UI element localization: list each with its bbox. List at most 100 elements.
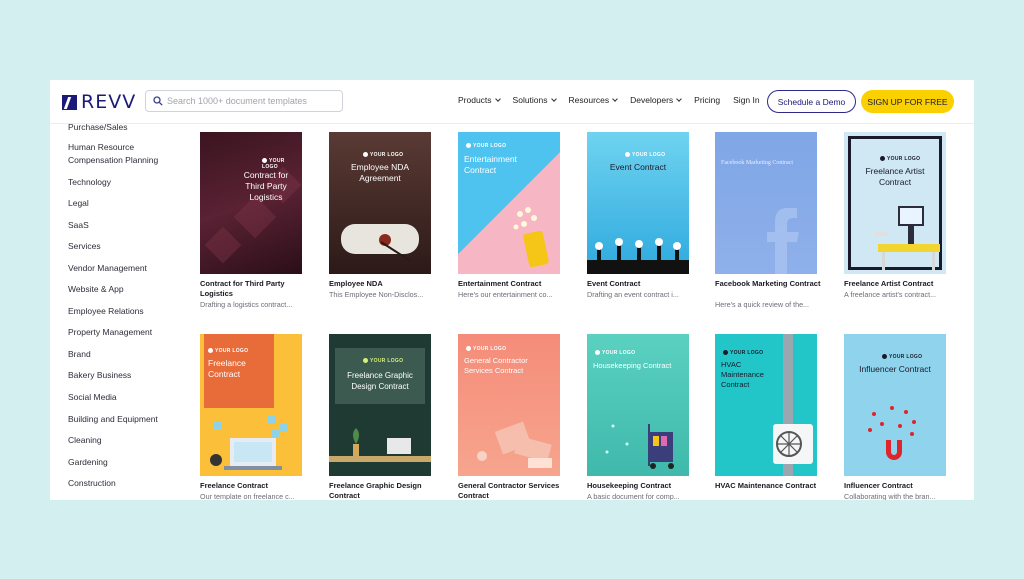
sidebar-item-services[interactable]: Services xyxy=(68,240,101,252)
facebook-icon xyxy=(767,208,799,274)
thumb-title: Freelance Contract xyxy=(208,358,246,379)
browser-viewport: REVV Products Solutions Resources Develo… xyxy=(50,80,974,500)
thumb-logo: YOUR LOGO xyxy=(363,152,403,158)
template-thumbnail[interactable]: YOUR LOGO Housekeeping Contract xyxy=(587,334,689,476)
card-description: Collaborating with the bran... xyxy=(844,492,936,500)
card-description: Drafting an event contract i... xyxy=(587,290,679,299)
card-title[interactable]: Freelance Graphic Design Contract xyxy=(329,481,439,500)
sidebar-item-legal[interactable]: Legal xyxy=(68,197,89,209)
card-title[interactable]: Freelance Artist Contract xyxy=(844,279,954,289)
template-thumbnail[interactable]: YOUR LOGO HVAC Maintenance Contract xyxy=(715,334,817,476)
laptop-illustration xyxy=(210,416,288,470)
sidebar-item-brand[interactable]: Brand xyxy=(68,348,91,360)
card-title[interactable]: Employee NDA xyxy=(329,279,439,289)
thumb-title: Housekeeping Contract xyxy=(593,361,672,370)
nav-label: Solutions xyxy=(512,95,548,105)
diamond-pattern xyxy=(204,166,302,264)
chevron-down-icon xyxy=(676,95,682,102)
card-title[interactable]: General Contractor Services Contract xyxy=(458,481,568,500)
card-title[interactable]: Housekeeping Contract xyxy=(587,481,697,491)
template-thumbnail[interactable]: YOUR LOGO Influencer Contract xyxy=(844,334,946,476)
card-description: Our template on freelance c... xyxy=(200,492,295,500)
thumb-logo: YOUR LOGO xyxy=(363,358,403,364)
nav-resources[interactable]: Resources xyxy=(569,95,618,105)
nav-label: Resources xyxy=(568,95,610,105)
nav-label: Products xyxy=(458,95,492,105)
chevron-down-icon xyxy=(494,95,501,102)
template-thumbnail[interactable]: YOUR LOGO Freelance Graphic Design Contr… xyxy=(329,334,431,476)
nav-products[interactable]: Products xyxy=(458,95,501,105)
sign-up-button[interactable]: SIGN UP FOR FREE xyxy=(861,90,954,113)
sidebar-item-building-equipment[interactable]: Building and Equipment xyxy=(68,413,158,425)
thumb-title: Facebook Marketing Contract xyxy=(721,160,793,166)
schedule-demo-button[interactable]: Schedule a Demo xyxy=(767,90,856,113)
card-description: Here's a quick review of the... xyxy=(715,300,810,309)
template-thumbnail[interactable]: YOUR LOGO General Contractor Services Co… xyxy=(458,334,560,476)
desk-illustration xyxy=(874,206,940,270)
sidebar-item-technology[interactable]: Technology xyxy=(68,176,111,188)
nav-sign-in[interactable]: Sign In xyxy=(733,95,759,105)
search-icon xyxy=(153,96,163,106)
nav-pricing[interactable]: Pricing xyxy=(694,95,720,105)
sidebar-item-property-management[interactable]: Property Management xyxy=(68,326,152,338)
thumb-title: Freelance Graphic Design Contract xyxy=(347,371,413,391)
sidebar-item-employee-relations[interactable]: Employee Relations xyxy=(68,305,144,317)
nav-developers[interactable]: Developers xyxy=(630,95,682,105)
sidebar-item-social-media[interactable]: Social Media xyxy=(68,391,117,403)
sidebar-item-purchase-sales[interactable]: Purchase/Sales xyxy=(68,121,128,133)
card-description: A basic document for comp... xyxy=(587,492,680,500)
revv-logo-icon xyxy=(62,94,77,110)
nav-label: Developers xyxy=(630,95,674,105)
thumb-title: Event Contract xyxy=(609,162,667,172)
thumb-logo: YOUR LOGO xyxy=(466,143,506,149)
card-title[interactable]: Event Contract xyxy=(587,279,697,289)
desk-illustration xyxy=(329,428,431,462)
brand-logo[interactable]: REVV xyxy=(62,91,137,113)
sidebar-item-cleaning[interactable]: Cleaning xyxy=(68,434,102,446)
thumb-title: HVAC Maintenance Contract xyxy=(721,360,764,389)
template-thumbnail[interactable]: YOUR LOGO Entertainment Contract xyxy=(458,132,560,274)
card-title[interactable]: Influencer Contract xyxy=(844,481,954,491)
card-title[interactable]: HVAC Maintenance Contract xyxy=(715,481,825,491)
sidebar-item-vendor-management[interactable]: Vendor Management xyxy=(68,262,147,274)
card-title[interactable]: Contract for Third Party Logistics xyxy=(200,279,310,299)
sidebar-item-saas[interactable]: SaaS xyxy=(68,219,89,231)
sidebar-item-bakery-business[interactable]: Bakery Business xyxy=(68,369,131,381)
sidebar-item-construction[interactable]: Construction xyxy=(68,477,116,489)
card-description: This Employee Non-Disclos... xyxy=(329,290,424,299)
template-thumbnail[interactable]: YOUR LOGO Event Contract xyxy=(587,132,689,274)
thumb-logo: YOUR LOGO xyxy=(466,346,506,352)
search-input[interactable] xyxy=(167,96,337,106)
thumb-logo: YOUR LOGO xyxy=(723,350,763,356)
thumb-logo: YOUR LOGO xyxy=(882,354,922,360)
brand-name: REVV xyxy=(81,91,137,113)
thumb-title: Contract for Third Party Logistics xyxy=(243,170,289,202)
nav-solutions[interactable]: Solutions xyxy=(512,95,557,105)
thumb-logo: YOUR LOGO xyxy=(880,156,920,162)
card-title[interactable]: Facebook Marketing Contract xyxy=(715,279,825,289)
template-thumbnail[interactable]: YOUR LOGO Freelance Artist Contract xyxy=(844,132,946,274)
thumb-title: Employee NDA Agreement xyxy=(350,162,410,183)
thumb-logo: YOUR LOGO xyxy=(208,348,248,354)
sidebar-item-gardening[interactable]: Gardening xyxy=(68,456,108,468)
template-thumbnail[interactable]: Facebook Marketing Contract xyxy=(715,132,817,274)
chevron-down-icon xyxy=(550,95,557,102)
sidebar-item-human-resource[interactable]: Human Resource xyxy=(68,141,134,153)
card-title[interactable]: Freelance Contract xyxy=(200,481,310,491)
thumb-logo: YOUR LOGO xyxy=(625,152,665,158)
thumb-title: Entertainment Contract xyxy=(464,154,517,175)
chevron-down-icon xyxy=(612,95,618,102)
sidebar-item-compensation-planning[interactable]: Compensation Planning xyxy=(68,154,158,166)
sidebar-item-website-app[interactable]: Website & App xyxy=(68,283,124,295)
search-box[interactable] xyxy=(145,90,343,112)
template-thumbnail[interactable]: YOUR LOGO Freelance Contract xyxy=(200,334,302,476)
template-thumbnail[interactable]: YOUR LOGO Contract for Third Party Logis… xyxy=(200,132,302,274)
template-thumbnail[interactable]: YOUR LOGO Employee NDA Agreement xyxy=(329,132,431,274)
thumb-title: Freelance Artist Contract xyxy=(865,166,925,187)
main-nav: Products Solutions Resources Developers … xyxy=(458,95,773,105)
card-description: A freelance artist's contract... xyxy=(844,290,937,299)
thumb-logo: YOUR LOGO xyxy=(262,158,302,170)
card-title[interactable]: Entertainment Contract xyxy=(458,279,568,289)
thumb-logo: YOUR LOGO xyxy=(595,350,635,356)
top-navigation-bar: REVV Products Solutions Resources Develo… xyxy=(50,80,974,124)
